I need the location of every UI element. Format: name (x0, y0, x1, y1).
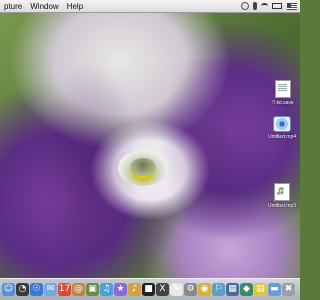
itunes-icon[interactable]: ♫ (100, 283, 113, 296)
textedit-icon[interactable]: ✎ (170, 283, 183, 296)
menu-capture[interactable]: pture (0, 2, 26, 11)
disc-image-icon (273, 116, 291, 132)
ical-icon[interactable]: 17 (58, 283, 71, 296)
address-book-icon[interactable]: @ (72, 283, 85, 296)
script-menu-icon[interactable] (241, 2, 249, 10)
dock: ☺ ◔ ☉ ✉ 17 @ ▣ ♫ ★ ♪ ■ X ✎ ⚙ ◉ ⚐ ▦ ◆ ▤ ▬ ✖ (0, 278, 300, 300)
photo-icon[interactable]: ▣ (86, 283, 99, 296)
garageband-icon[interactable]: ♪ (128, 283, 141, 296)
network-icon[interactable]: ◆ (240, 283, 253, 296)
safari-icon[interactable]: ☉ (30, 283, 43, 296)
wifi-icon[interactable] (261, 3, 268, 9)
finder-icon[interactable]: ☺ (2, 283, 15, 296)
desktop-icon-label: Untitled.mp3 (267, 203, 297, 209)
audio-file-icon (274, 183, 290, 201)
battery-icon[interactable] (272, 3, 282, 9)
desktop-icon-label: !!.txt.save (272, 100, 294, 106)
input-source-flag-icon[interactable] (287, 2, 297, 10)
desktop-icon-audio[interactable]: Untitled.mp3 (262, 183, 302, 209)
mail-icon[interactable]: ✉ (44, 283, 57, 296)
dashboard-icon[interactable]: ◔ (16, 283, 29, 296)
spaces-icon[interactable]: ▦ (226, 283, 239, 296)
system-prefs-icon[interactable]: ⚙ (184, 283, 197, 296)
menu-help[interactable]: Help (63, 2, 87, 11)
document-icon (275, 80, 291, 98)
trash-icon[interactable]: ✖ (282, 283, 295, 296)
x11-icon[interactable]: X (156, 283, 169, 296)
desktop-wallpaper (0, 0, 300, 300)
folder-icon[interactable]: ▬ (268, 283, 281, 296)
chrome-icon[interactable]: ◉ (198, 283, 211, 296)
desktop-icon-document[interactable]: !!.txt.save (263, 80, 303, 106)
preview-icon[interactable]: ⚐ (212, 283, 225, 296)
desktop-icon-label: Untitled.mp4 (267, 134, 297, 140)
stickies-icon[interactable]: ▤ (254, 283, 267, 296)
terminal-icon[interactable]: ■ (142, 283, 155, 296)
menu-bar: pture Window Help (0, 0, 300, 13)
wallpaper-flower-throat (130, 158, 156, 176)
imovie-icon[interactable]: ★ (114, 283, 127, 296)
bluetooth-icon[interactable] (253, 2, 257, 10)
desktop-icon-disc[interactable]: Untitled.mp4 (262, 116, 302, 140)
menu-window[interactable]: Window (26, 2, 62, 11)
